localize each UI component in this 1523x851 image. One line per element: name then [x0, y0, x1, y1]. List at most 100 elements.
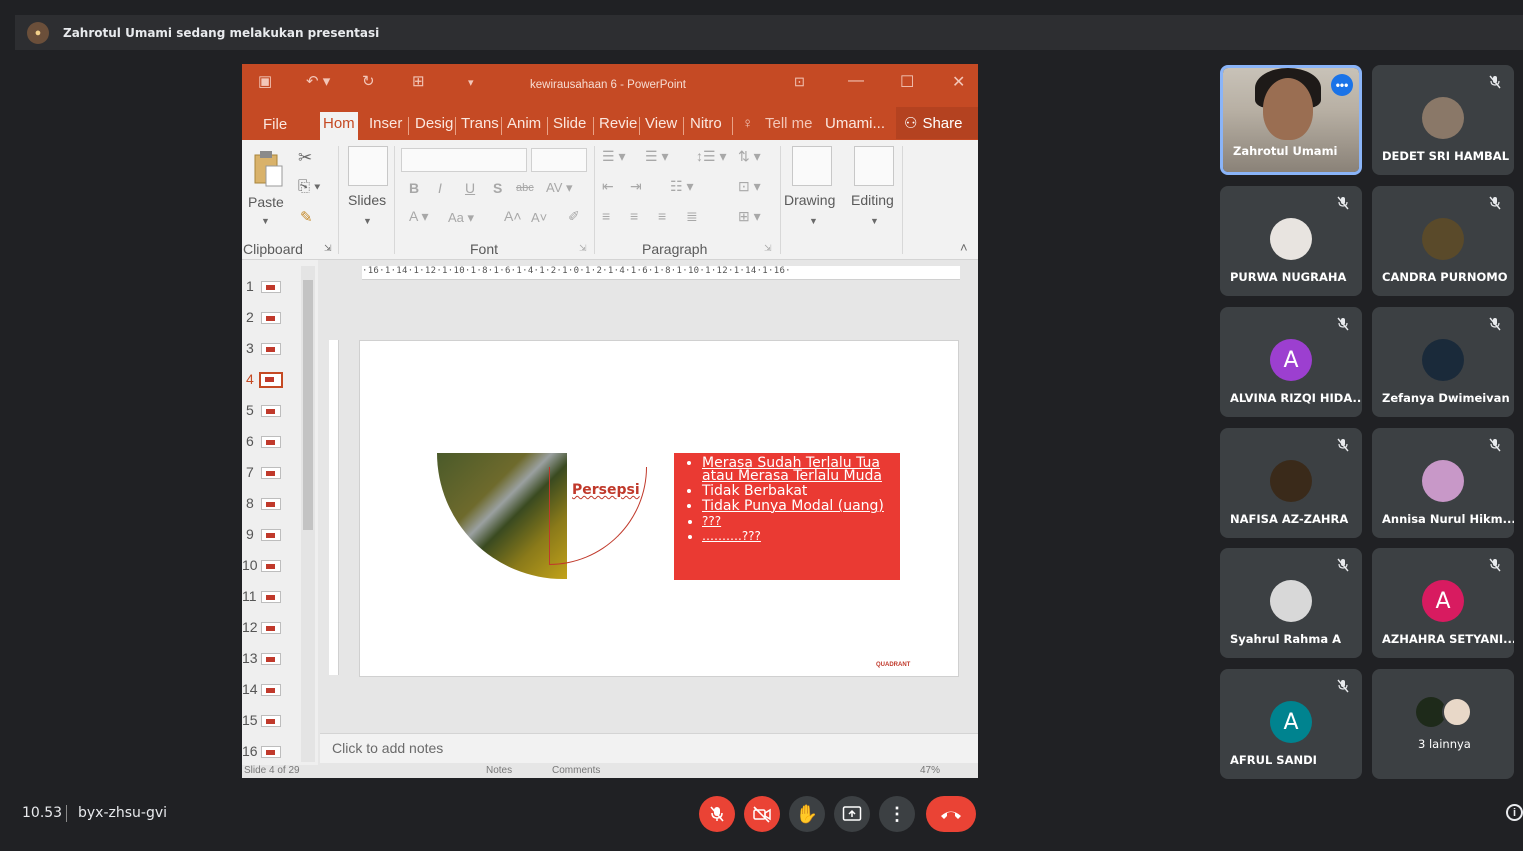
- more-options-icon[interactable]: •••: [1331, 74, 1353, 96]
- slide-thumb-preview: [261, 436, 281, 448]
- tab-transitions: Trans: [461, 115, 499, 132]
- close-icon: ✕: [952, 74, 966, 91]
- slide-thumbnail: 9: [242, 524, 312, 544]
- slide-thumbnail: 11: [242, 586, 312, 606]
- redo-icon: ↻: [362, 73, 375, 90]
- clear-format-icon: ✐: [568, 208, 580, 224]
- customize-qat-icon: ▾: [468, 77, 474, 89]
- more-options-button[interactable]: ⋮: [879, 796, 915, 832]
- slide-number: 8: [246, 495, 254, 511]
- avatar: [1270, 580, 1312, 622]
- participant-tile[interactable]: NAFISA AZ-ZAHRA: [1220, 428, 1362, 538]
- collapse-ribbon-icon: ˄: [960, 240, 968, 255]
- slide-number: 12: [242, 619, 258, 635]
- footer-logo: QUADRANT: [876, 662, 911, 668]
- participant-tile[interactable]: PURWA NUGRAHA: [1220, 186, 1362, 296]
- slide-number: 11: [242, 588, 257, 604]
- participant-name: Syahrul Rahma A: [1230, 632, 1341, 646]
- slide-thumb-preview: [261, 591, 281, 603]
- slide-thumb-preview: [261, 312, 281, 324]
- participant-tile[interactable]: A AZHAHRA SETYANI...: [1372, 548, 1514, 658]
- slide-thumbnail: 4: [242, 369, 312, 389]
- mic-off-icon: [710, 806, 724, 822]
- slide-thumb-preview: [259, 372, 283, 388]
- mic-muted-icon: [1336, 196, 1350, 210]
- slide-thumb-preview: [261, 529, 281, 541]
- slide-canvas: Persepsi Merasa Sudah Terlalu Tua atau M…: [359, 340, 959, 677]
- shadow-icon: S: [493, 180, 503, 196]
- ppt-title-bar: ▣ ↶ ▾ ↻ ⊞ ▾ kewirausahaan 6 - PowerPoint…: [242, 64, 978, 106]
- raise-hand-button[interactable]: ✋: [789, 796, 825, 832]
- participant-name: Zahrotul Umami: [1233, 144, 1338, 158]
- participant-name: AZHAHRA SETYANI...: [1382, 632, 1514, 646]
- paste-icon: [252, 150, 284, 188]
- mic-muted-icon: [1336, 679, 1350, 693]
- participant-tile[interactable]: A ALVINA RIZQI HIDA...: [1220, 307, 1362, 417]
- undo-icon: ↶ ▾: [306, 73, 331, 90]
- participant-tile[interactable]: DEDET SRI HAMBAL: [1372, 65, 1514, 175]
- more-vert-icon: ⋮: [888, 804, 906, 824]
- slide-thumbnail: 15: [242, 710, 312, 730]
- tab-file: File: [263, 116, 288, 133]
- editing-label: Editing: [851, 192, 894, 208]
- slide-thumbnail: 2: [242, 307, 312, 327]
- slideshow-icon: ⊞: [412, 73, 425, 90]
- slide-thumbnail: 13: [242, 648, 312, 668]
- mic-muted-icon: [1336, 558, 1350, 572]
- slide-thumb-preview: [261, 653, 281, 665]
- paragraph-launcher-icon: ⇲: [764, 243, 772, 253]
- camera-toggle-button[interactable]: [744, 796, 780, 832]
- participant-tile[interactable]: Annisa Nurul Hikm...: [1372, 428, 1514, 538]
- editing-dropdown-icon: ▼: [870, 216, 879, 226]
- meeting-info-button[interactable]: i: [1506, 804, 1523, 821]
- participant-tile[interactable]: A AFRUL SANDI: [1220, 669, 1362, 779]
- slide-thumb-preview: [261, 281, 281, 293]
- participant-tile[interactable]: 3 lainnya: [1372, 669, 1514, 779]
- paragraph-group-label: Paragraph: [642, 241, 708, 257]
- clipboard-launcher-icon: ⇲: [324, 243, 332, 253]
- tab-view: View: [645, 115, 678, 132]
- slide-thumb-preview: [261, 405, 281, 417]
- mic-toggle-button[interactable]: [699, 796, 735, 832]
- presenter-avatar: ●: [27, 21, 49, 44]
- avatar: [1422, 97, 1464, 139]
- font-group-label: Font: [470, 241, 499, 257]
- participant-tile[interactable]: Zefanya Dwimeivan: [1372, 307, 1514, 417]
- participant-tile[interactable]: ••• Zahrotul Umami: [1220, 65, 1362, 175]
- participant-name: 3 lainnya: [1418, 737, 1471, 751]
- slide-thumbnail: 3: [242, 338, 312, 358]
- camera-off-icon: [753, 806, 771, 823]
- mic-muted-icon: [1336, 317, 1350, 331]
- person-icon: ⚇: [904, 115, 918, 132]
- leave-call-button[interactable]: [926, 796, 976, 832]
- drawing-icon: [792, 146, 832, 186]
- slide-thumb-preview: [261, 684, 281, 696]
- status-bar: Slide 4 of 29 Notes Comments 47%: [242, 765, 978, 778]
- comments-toggle: Comments: [552, 765, 601, 776]
- circle-label: Persepsi: [572, 482, 640, 498]
- paste-label: Paste: [248, 194, 284, 210]
- hand-icon: ✋: [795, 803, 819, 824]
- participant-tile[interactable]: CANDRA PURNOMO: [1372, 186, 1514, 296]
- vertical-ruler: [329, 340, 339, 675]
- paste-dropdown-icon: ▼: [261, 216, 270, 226]
- tab-review: Revie: [599, 115, 638, 132]
- font-name-box: [401, 148, 527, 172]
- participant-tile[interactable]: Syahrul Rahma A: [1220, 548, 1362, 658]
- numbering-icon: ☰ ▾: [645, 148, 669, 164]
- slides-dropdown-icon: ▼: [363, 216, 372, 226]
- tab-animations: Anim: [507, 115, 542, 132]
- slide-number: 15: [242, 712, 258, 728]
- slide-thumbnail: 12: [242, 617, 312, 637]
- slide-number: 7: [246, 464, 254, 480]
- zoom-level: 47%: [920, 765, 941, 776]
- tab-insert: Inser: [369, 115, 403, 132]
- clipboard-group-label: Clipboard: [243, 241, 303, 257]
- format-painter-icon: ✎: [300, 209, 313, 226]
- slide-thumbnail: 14: [242, 679, 312, 699]
- slide-thumbnail: 7: [242, 462, 312, 482]
- copy-icon: ⎘ ▾: [298, 178, 321, 195]
- tab-home: Hom: [320, 112, 358, 140]
- strikethrough-icon: abc: [516, 182, 534, 194]
- present-now-button[interactable]: [834, 796, 870, 832]
